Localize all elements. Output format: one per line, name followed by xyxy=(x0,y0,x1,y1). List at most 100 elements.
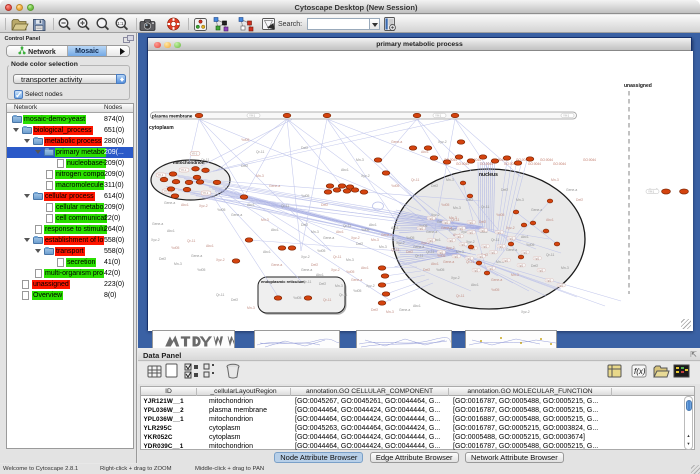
svg-text:Mn-3: Mn-3 xyxy=(386,310,394,314)
svg-text:Yol05: Yol05 xyxy=(361,228,369,232)
svg-text:Def2: Def2 xyxy=(466,198,473,202)
svg-text:Yfl-1: Yfl-1 xyxy=(158,173,164,177)
svg-text:Abc1: Abc1 xyxy=(521,235,529,239)
svg-text:Abc1: Abc1 xyxy=(206,244,214,248)
svg-text:Ygl2: Ygl2 xyxy=(508,237,514,240)
svg-text:Def2: Def2 xyxy=(531,264,538,268)
svg-text:Abc1: Abc1 xyxy=(546,218,554,222)
svg-text:Ygl2: Ygl2 xyxy=(453,255,459,258)
svg-text:Abc1: Abc1 xyxy=(247,203,255,207)
svg-text:Ygl2: Ygl2 xyxy=(546,279,552,282)
svg-text:Qr-11: Qr-11 xyxy=(491,238,500,242)
svg-text:Mn-3: Mn-3 xyxy=(311,230,319,234)
svg-text:endoplasmic reticulum: endoplasmic reticulum xyxy=(261,279,305,284)
svg-text:Ygl2: Ygl2 xyxy=(468,221,474,224)
svg-text:Qr-11: Qr-11 xyxy=(323,298,332,302)
svg-text:Mn-3: Mn-3 xyxy=(371,238,379,242)
svg-text:GO:0044: GO:0044 xyxy=(553,162,566,166)
svg-text:Qr-11: Qr-11 xyxy=(216,293,225,297)
svg-text:Abc1: Abc1 xyxy=(369,223,377,227)
svg-text:Qr-11: Qr-11 xyxy=(333,255,342,259)
svg-text:Ygl2: Ygl2 xyxy=(496,231,502,234)
svg-text:Gene-a: Gene-a xyxy=(381,233,392,237)
svg-text:Yfl-1: Yfl-1 xyxy=(181,168,187,172)
svg-text:Xyz-2: Xyz-2 xyxy=(151,238,160,242)
svg-text:Def2: Def2 xyxy=(319,282,326,286)
svg-text:Mn-3: Mn-3 xyxy=(561,266,569,270)
svg-text:Qr-11: Qr-11 xyxy=(343,224,352,228)
svg-text:Yol05: Yol05 xyxy=(496,213,504,217)
svg-text:GO:0044: GO:0044 xyxy=(583,158,596,162)
svg-text:Qr-11: Qr-11 xyxy=(426,250,435,254)
svg-text:Ygl2: Ygl2 xyxy=(518,264,524,267)
svg-text:Mn-3: Mn-3 xyxy=(247,306,255,310)
svg-text:Xyz-2: Xyz-2 xyxy=(199,204,208,208)
svg-text:Abc1: Abc1 xyxy=(263,250,271,254)
svg-text:Abc1: Abc1 xyxy=(413,304,421,308)
svg-text:Gene-a: Gene-a xyxy=(566,188,577,192)
svg-text:Ygl2: Ygl2 xyxy=(428,217,434,220)
svg-text:Xyz-2: Xyz-2 xyxy=(396,241,405,245)
svg-text:Mn-3: Mn-3 xyxy=(256,174,264,178)
svg-text:cytoplasm: cytoplasm xyxy=(149,125,174,131)
svg-text:Mn-3: Mn-3 xyxy=(511,273,519,277)
svg-text:Qr-11: Qr-11 xyxy=(339,293,348,297)
svg-text:Mn-3: Mn-3 xyxy=(516,198,524,202)
svg-text:Yol05: Yol05 xyxy=(241,138,249,142)
svg-text:plasma membrane: plasma membrane xyxy=(152,114,193,119)
svg-text:Ygl2: Ygl2 xyxy=(480,229,486,232)
svg-text:Yol05: Yol05 xyxy=(346,270,354,274)
svg-text:Mn-3: Mn-3 xyxy=(335,284,343,288)
svg-text:Yol05: Yol05 xyxy=(293,296,301,300)
svg-text:Ygl2: Ygl2 xyxy=(482,245,488,248)
svg-text:Gene-a: Gene-a xyxy=(301,268,312,272)
svg-text:Yol05: Yol05 xyxy=(217,208,225,212)
svg-text:Xyz-2: Xyz-2 xyxy=(331,268,340,272)
svg-text:Qr-11: Qr-11 xyxy=(456,294,465,298)
svg-text:Mn-3: Mn-3 xyxy=(356,158,364,162)
svg-text:Mn-3: Mn-3 xyxy=(346,258,354,262)
svg-text:Abc1: Abc1 xyxy=(271,228,279,232)
svg-text:Qr-11: Qr-11 xyxy=(546,253,555,257)
svg-text:Gene-a: Gene-a xyxy=(413,245,424,249)
svg-text:Ygl2: Ygl2 xyxy=(478,255,484,258)
svg-text:Ygl2: Ygl2 xyxy=(458,227,464,230)
svg-text:GO:0044: GO:0044 xyxy=(480,162,493,166)
svg-text:Mn-3: Mn-3 xyxy=(261,218,269,222)
svg-text:Yfl-1: Yfl-1 xyxy=(435,114,442,118)
svg-text:GO:0044: GO:0044 xyxy=(540,158,553,162)
svg-text:Qr-11: Qr-11 xyxy=(415,254,424,258)
svg-text:unassigned: unassigned xyxy=(624,83,652,89)
svg-text:Ygl2: Ygl2 xyxy=(498,245,504,248)
svg-text:Gene-a: Gene-a xyxy=(443,260,454,264)
svg-text:Gene-a: Gene-a xyxy=(491,278,502,282)
svg-text:Def2: Def2 xyxy=(576,198,583,202)
svg-text:Ygl2: Ygl2 xyxy=(538,269,544,272)
svg-text:Def2: Def2 xyxy=(356,242,363,246)
svg-text:Abc1: Abc1 xyxy=(316,273,324,277)
svg-text:Yol05: Yol05 xyxy=(406,236,414,240)
svg-text:Ygl2: Ygl2 xyxy=(456,235,462,238)
svg-text:Yol05: Yol05 xyxy=(353,289,361,293)
svg-text:Abc1: Abc1 xyxy=(471,283,479,287)
svg-text:Xyz-2: Xyz-2 xyxy=(521,310,530,314)
svg-text:Def2: Def2 xyxy=(241,164,248,168)
svg-text:Gene-a: Gene-a xyxy=(391,140,402,144)
svg-text:Mn-3: Mn-3 xyxy=(379,245,387,249)
svg-text:Gene-a: Gene-a xyxy=(351,278,362,282)
svg-text:Gene-a: Gene-a xyxy=(191,254,202,258)
svg-text:Yol05: Yol05 xyxy=(491,288,499,292)
svg-text:Gene-a: Gene-a xyxy=(506,248,517,252)
svg-text:Def2: Def2 xyxy=(501,188,508,192)
svg-text:Ygl2: Ygl2 xyxy=(490,251,496,254)
svg-text:Yol05: Yol05 xyxy=(437,254,445,258)
svg-text:Ygl2: Ygl2 xyxy=(466,257,472,260)
svg-text:Mn-3: Mn-3 xyxy=(174,262,182,266)
svg-text:Ygl2: Ygl2 xyxy=(448,239,454,242)
svg-text:Yfl-1: Yfl-1 xyxy=(648,190,655,194)
svg-text:Yol05: Yol05 xyxy=(301,194,309,198)
svg-text:Gene-a: Gene-a xyxy=(399,308,410,312)
svg-text:Ygl2: Ygl2 xyxy=(488,267,494,270)
svg-text:Abc1: Abc1 xyxy=(336,230,344,234)
svg-text:Ygl2: Ygl2 xyxy=(460,243,466,246)
